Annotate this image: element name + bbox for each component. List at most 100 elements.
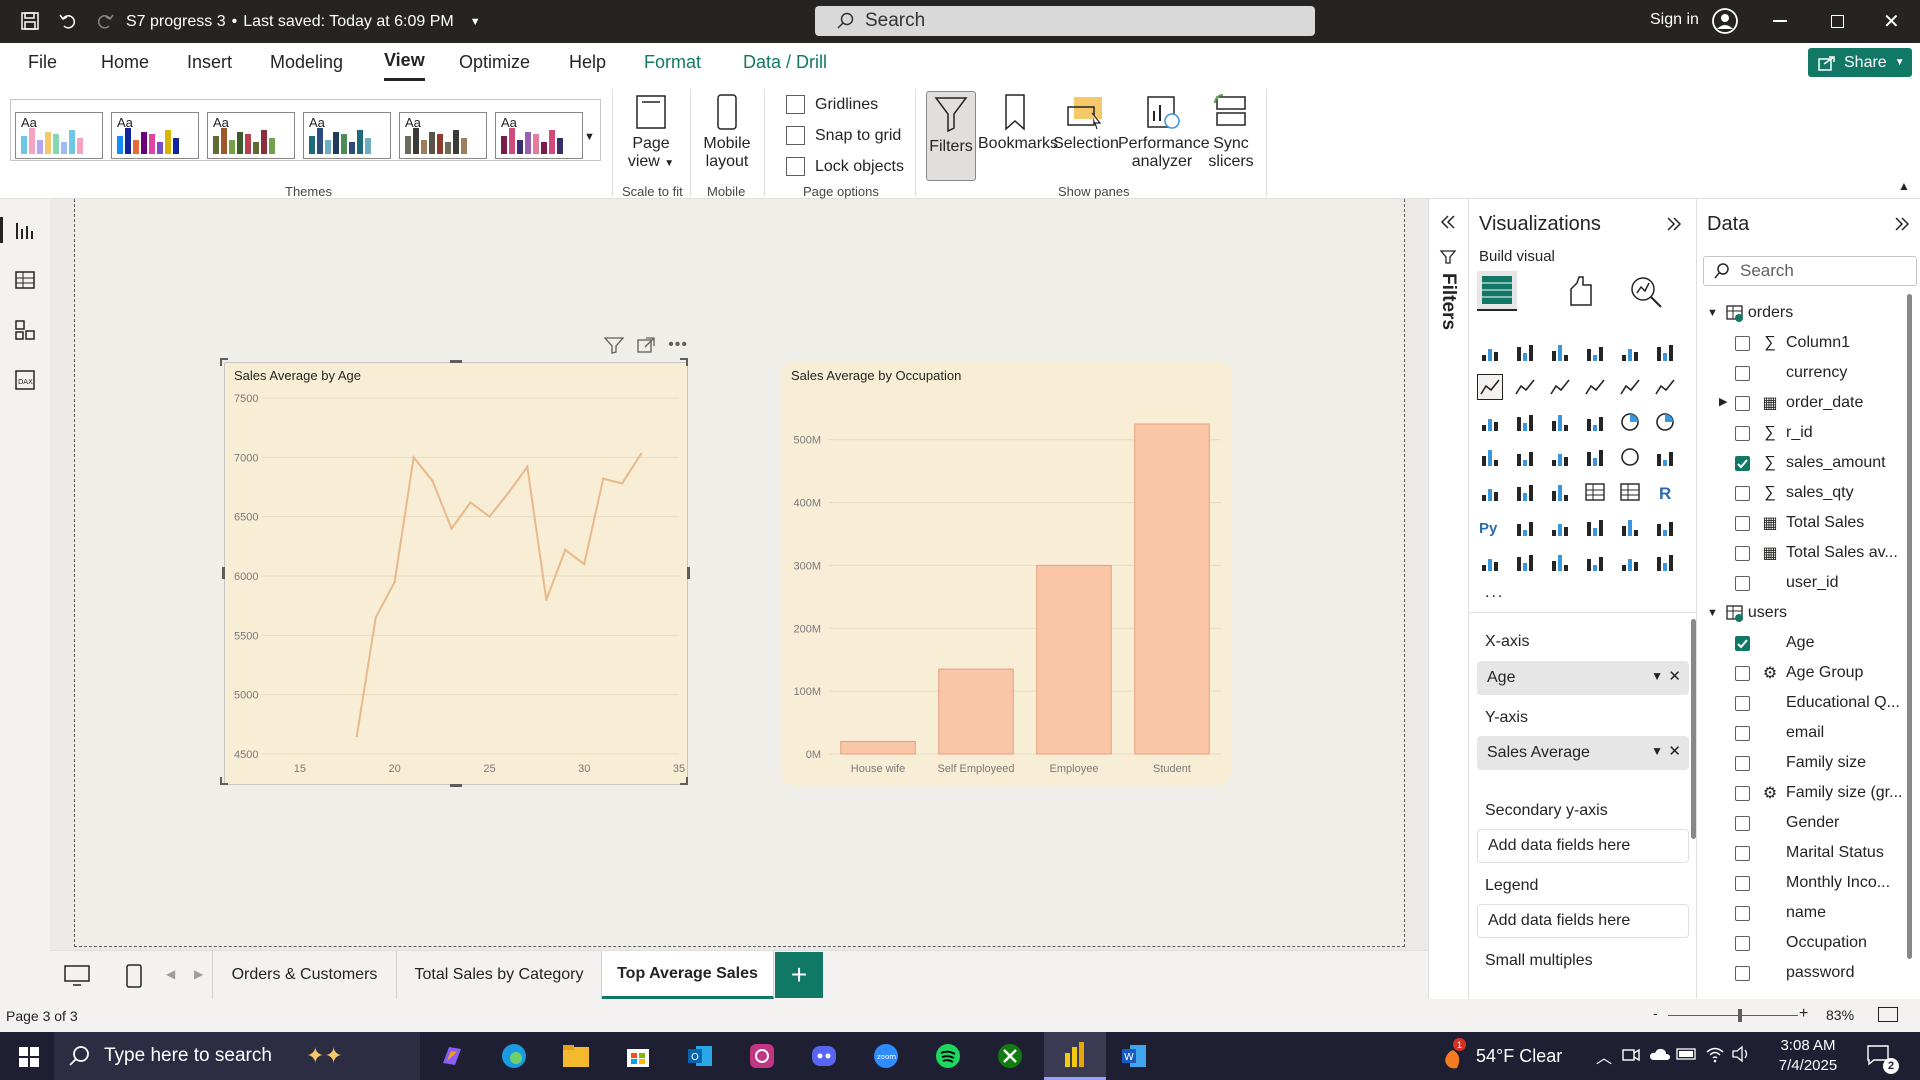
matrix-icon[interactable]	[1617, 479, 1643, 505]
slicer-icon[interactable]	[1547, 479, 1573, 505]
field-item[interactable]: Monthly Inco...	[1735, 868, 1890, 898]
chevron-down-icon[interactable]: ▼	[1651, 669, 1663, 683]
line-clustered-icon[interactable]	[1652, 374, 1678, 400]
performance-analyzer-button[interactable]: Performance analyzer	[1118, 93, 1210, 171]
table-node-orders[interactable]: ▼ orders	[1707, 298, 1793, 328]
resize-handle[interactable]	[450, 784, 462, 787]
stacked-bar-icon[interactable]	[1477, 339, 1503, 365]
field-checkbox[interactable]	[1735, 335, 1750, 351]
key-influencers-icon[interactable]	[1512, 514, 1538, 540]
100-column-icon[interactable]	[1652, 339, 1678, 365]
search-input[interactable]: Search	[815, 6, 1315, 36]
zoom-in-button[interactable]: +	[1799, 1005, 1808, 1023]
treemap-icon[interactable]	[1477, 444, 1503, 470]
save-icon[interactable]	[15, 6, 45, 36]
table-node-users[interactable]: ▼ users	[1707, 598, 1787, 628]
field-item[interactable]: name	[1735, 898, 1826, 928]
legend-well[interactable]: Add data fields here	[1477, 904, 1689, 938]
undo-icon[interactable]	[53, 6, 83, 36]
field-item[interactable]: Family size	[1735, 748, 1866, 778]
sync-slicers-button[interactable]: Sync slicers	[1206, 93, 1256, 171]
field-item[interactable]: Educational Q...	[1735, 688, 1900, 718]
field-item[interactable]: currency	[1735, 358, 1847, 388]
model-view-icon[interactable]	[14, 319, 36, 341]
dax-query-view-icon[interactable]: DAX	[14, 369, 36, 391]
field-checkbox[interactable]	[1735, 755, 1750, 771]
arcgis-icon[interactable]	[1582, 549, 1608, 575]
power-apps-icon[interactable]	[1512, 549, 1538, 575]
resize-handle[interactable]	[220, 358, 228, 366]
field-item[interactable]: ∑ Column1	[1735, 328, 1850, 358]
clustered-bar-icon[interactable]	[1547, 339, 1573, 365]
field-checkbox[interactable]	[1735, 455, 1750, 471]
chevron-down-icon[interactable]: ▼	[1651, 744, 1663, 758]
field-item[interactable]: ⚙ Age Group	[1735, 658, 1863, 688]
discord-icon[interactable]	[805, 1038, 843, 1074]
theme-option[interactable]: Aa	[207, 112, 295, 159]
filter-icon[interactable]	[604, 336, 625, 354]
field-checkbox[interactable]	[1735, 965, 1750, 981]
expand-filters-icon[interactable]	[1439, 213, 1457, 231]
secondary-y-axis-well[interactable]: Add data fields here	[1477, 829, 1689, 863]
stacked-column-icon[interactable]	[1512, 339, 1538, 365]
tab-modeling[interactable]: Modeling	[270, 43, 343, 81]
mobile-layout-button[interactable]: Mobile layout	[698, 93, 756, 171]
field-item[interactable]: ▦ Total Sales av...	[1735, 538, 1898, 568]
sign-in-link[interactable]: Sign in	[1650, 11, 1699, 29]
system-clock[interactable]: 3:08 AM 7/4/2025	[1768, 1036, 1848, 1076]
pie-icon[interactable]	[1617, 409, 1643, 435]
mobile-layout-icon[interactable]	[126, 964, 142, 988]
line-column-icon[interactable]	[1617, 374, 1643, 400]
volume-icon[interactable]	[1731, 1045, 1751, 1063]
data-pane-scrollbar[interactable]	[1907, 294, 1912, 959]
maximize-icon[interactable]	[1831, 15, 1844, 28]
gridlines-checkbox[interactable]: Gridlines	[786, 95, 878, 114]
field-checkbox[interactable]	[1735, 365, 1750, 381]
battery-icon[interactable]	[1676, 1047, 1698, 1061]
bookmarks-pane-button[interactable]: Bookmarks	[978, 93, 1058, 153]
scroll-left-icon[interactable]: ◀	[166, 967, 175, 981]
selection-pane-button[interactable]: Selection	[1052, 93, 1120, 153]
focus-mode-icon[interactable]	[636, 336, 656, 354]
remove-field-icon[interactable]: ✕	[1668, 742, 1681, 760]
collapse-viz-icon[interactable]	[1665, 215, 1683, 233]
field-item[interactable]: ∑ r_id	[1735, 418, 1813, 448]
gauge-icon[interactable]	[1617, 444, 1643, 470]
store-icon[interactable]	[619, 1038, 657, 1074]
weather-text[interactable]: 54°F Clear	[1476, 1046, 1562, 1067]
field-item[interactable]: Age	[1735, 628, 1814, 658]
field-checkbox[interactable]	[1735, 425, 1750, 441]
field-item[interactable]: user_id	[1735, 568, 1838, 598]
redo-icon[interactable]	[90, 6, 120, 36]
resize-handle[interactable]	[222, 567, 225, 579]
teams-icon[interactable]	[743, 1038, 781, 1074]
tab-home[interactable]: Home	[101, 43, 149, 81]
field-item[interactable]: password	[1735, 958, 1854, 988]
resize-handle[interactable]	[687, 567, 690, 579]
100-bar-icon[interactable]	[1617, 339, 1643, 365]
goals-icon[interactable]	[1652, 514, 1678, 540]
field-checkbox[interactable]	[1735, 845, 1750, 861]
chevron-up-icon[interactable]: ︿	[1596, 1044, 1612, 1068]
chevron-icon[interactable]	[1652, 549, 1678, 575]
page-tab-total-sales-category[interactable]: Total Sales by Category	[397, 951, 602, 999]
field-item[interactable]: ⚙ Family size (gr...	[1735, 778, 1902, 808]
field-item[interactable]: ▶ ▦ order_date	[1719, 388, 1863, 418]
close-icon[interactable]: ✕	[1883, 9, 1900, 34]
field-item[interactable]: ∑ sales_qty	[1735, 478, 1854, 508]
zoom-slider-thumb[interactable]	[1737, 1009, 1742, 1022]
funnel-icon[interactable]	[1547, 409, 1573, 435]
tab-help[interactable]: Help	[569, 43, 606, 81]
paginated-report-icon[interactable]	[1477, 549, 1503, 575]
field-checkbox[interactable]	[1735, 635, 1750, 651]
tab-insert[interactable]: Insert	[187, 43, 232, 81]
add-page-button[interactable]: +	[775, 952, 823, 998]
multi-row-card-icon[interactable]	[1477, 479, 1503, 505]
field-checkbox[interactable]	[1735, 695, 1750, 711]
field-checkbox[interactable]	[1735, 815, 1750, 831]
field-checkbox[interactable]	[1735, 545, 1750, 561]
page-view-button[interactable]: Page view ▼	[620, 93, 682, 173]
field-item[interactable]: ▦ Total Sales	[1735, 508, 1864, 538]
wifi-icon[interactable]	[1705, 1045, 1725, 1063]
tab-data-drill[interactable]: Data / Drill	[743, 43, 827, 81]
